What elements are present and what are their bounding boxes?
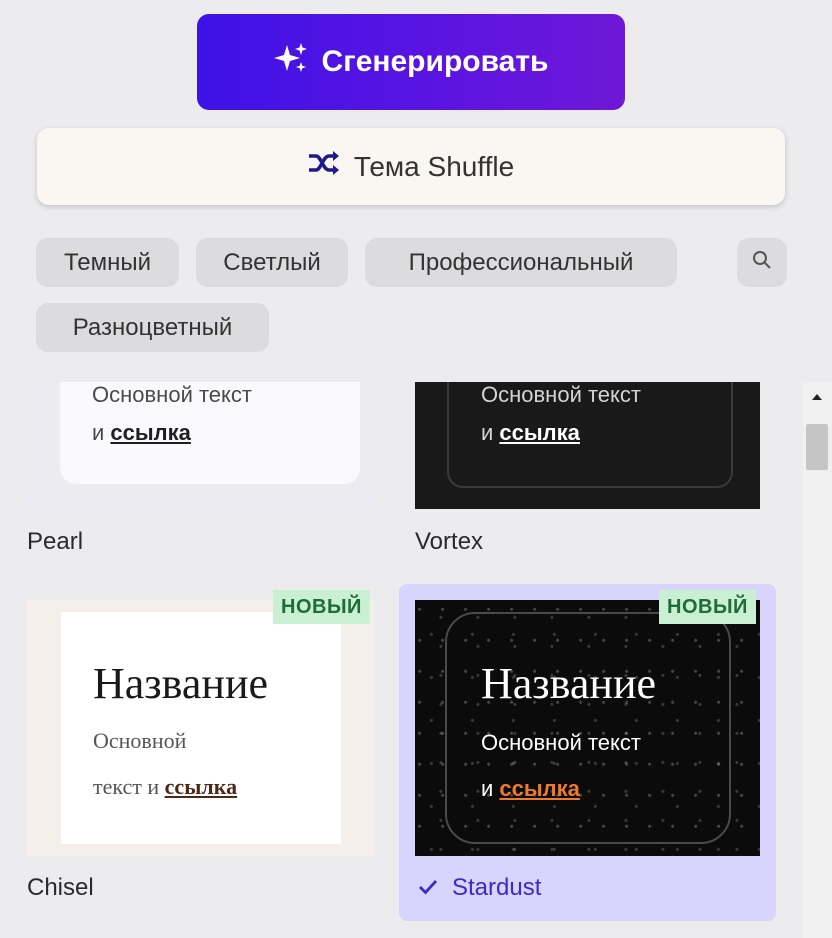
preview-prefix: и: [92, 420, 105, 445]
generate-button-label: Сгенерировать: [321, 45, 549, 78]
theme-name-vortex: Vortex: [415, 528, 484, 555]
theme-card-stardust[interactable]: Название Основной текст и ссылка: [415, 600, 760, 856]
shuffle-button-label: Тема Shuffle: [353, 150, 515, 182]
preview-link-line: текст и ссылка: [93, 774, 237, 800]
filter-chip-label: Профессиональный: [408, 248, 634, 276]
filter-chip-label: Темный: [63, 248, 152, 276]
filter-chip-professional[interactable]: Профессиональный: [365, 238, 677, 287]
scrollbar[interactable]: [803, 382, 832, 938]
theme-grid: Основной текст и ссылка Pearl Основной т…: [0, 382, 800, 938]
preview-surface: [445, 612, 731, 844]
preview-body-text: Основной: [93, 728, 187, 753]
preview-prefix: и: [481, 776, 494, 801]
preview-body-text: Основной текст: [481, 382, 641, 407]
theme-name-chisel: Chisel: [27, 874, 94, 901]
theme-card-chisel[interactable]: Название Основной текст и ссылка: [27, 600, 374, 856]
check-icon: [418, 874, 438, 902]
filter-chip-label: Разноцветный: [72, 313, 233, 341]
filter-chip-light[interactable]: Светлый: [196, 238, 348, 287]
preview-link: ссылка: [499, 420, 580, 445]
sparkles-icon: [273, 41, 308, 83]
theme-card-pearl[interactable]: Основной текст и ссылка: [26, 382, 374, 509]
preview-link: ссылка: [499, 776, 580, 801]
shuffle-icon: [308, 150, 340, 183]
preview-title: Название: [93, 659, 269, 708]
filter-chip-dark[interactable]: Темный: [36, 238, 179, 287]
new-badge: НОВЫЙ: [659, 590, 756, 624]
preview-prefix: и: [481, 420, 494, 445]
generate-button[interactable]: Сгенерировать: [197, 14, 625, 110]
preview-prefix: текст и: [93, 774, 160, 799]
scrollbar-thumb[interactable]: [806, 424, 828, 470]
preview-body-text: Основной текст: [481, 730, 641, 755]
shuffle-theme-button[interactable]: Тема Shuffle: [37, 128, 785, 205]
filter-chip-label: Светлый: [223, 248, 321, 276]
preview-link: ссылка: [164, 774, 238, 799]
scroll-up-arrow-icon[interactable]: [812, 394, 822, 400]
new-badge: НОВЫЙ: [273, 590, 370, 624]
filter-chip-colorful[interactable]: Разноцветный: [36, 303, 269, 352]
theme-card-vortex[interactable]: Основной текст и ссылка: [415, 382, 760, 509]
preview-title: Название: [481, 659, 657, 708]
theme-name-label: Stardust: [452, 874, 542, 901]
preview-link-line: и ссылка: [481, 776, 580, 802]
preview-link-line: и ссылка: [481, 420, 580, 446]
theme-name-stardust: Stardust: [418, 874, 541, 902]
preview-body-text: Основной текст: [92, 382, 252, 407]
preview-link: ссылка: [110, 420, 191, 445]
search-icon: [752, 249, 772, 277]
preview-link-line: и ссылка: [92, 420, 191, 446]
theme-name-pearl: Pearl: [27, 528, 84, 555]
search-button[interactable]: [737, 238, 787, 287]
